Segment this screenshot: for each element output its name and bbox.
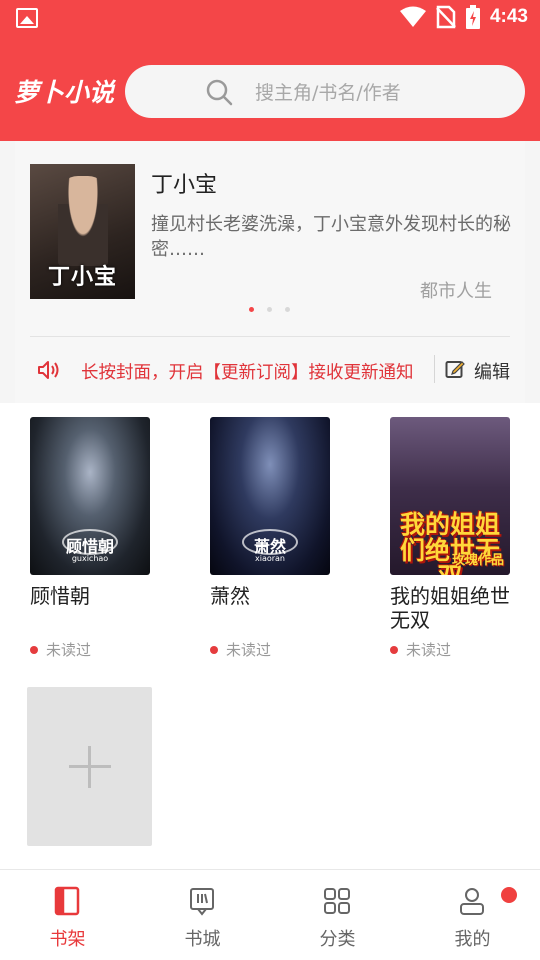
search-bar[interactable]: 搜主角/书名/作者 bbox=[125, 65, 525, 118]
cover-illustration bbox=[58, 176, 108, 266]
book-title: 我的姐姐绝世无双 bbox=[390, 584, 510, 632]
nav-category[interactable]: 分类 bbox=[270, 870, 405, 960]
wifi-icon bbox=[399, 6, 426, 27]
bottom-nav: 书架 书城 分类 我的 bbox=[0, 869, 540, 960]
divider bbox=[30, 336, 510, 337]
unread-dot bbox=[390, 645, 398, 654]
profile-icon bbox=[460, 888, 484, 915]
clock: 4:43 bbox=[489, 6, 528, 27]
nav-profile[interactable]: 我的 bbox=[405, 870, 540, 960]
add-book-button[interactable] bbox=[27, 687, 152, 846]
read-status-label: 未读过 bbox=[46, 641, 92, 659]
status-icons: 4:43 bbox=[399, 5, 528, 29]
carousel-dot bbox=[285, 307, 290, 312]
nav-bookstore[interactable]: 书城 bbox=[135, 870, 270, 960]
featured-title[interactable]: 丁小宝 bbox=[151, 167, 217, 199]
nav-label: 书架 bbox=[49, 929, 86, 950]
plus-icon-vertical bbox=[88, 746, 91, 788]
book-item[interactable]: 我的姐姐们绝世无双 玫瑰作品 我的姐姐绝世无双 未读过 bbox=[390, 417, 510, 660]
book-title: 顾惜朝 bbox=[30, 584, 90, 608]
app-logo: 萝卜小说 bbox=[14, 78, 115, 107]
speaker-icon bbox=[38, 361, 59, 379]
read-status: 未读过 bbox=[30, 639, 150, 660]
cover-author: 玫瑰作品 bbox=[451, 553, 504, 568]
update-notice: 长按封面，开启【更新订阅】接收更新通知 编辑 bbox=[0, 345, 540, 395]
nav-label: 分类 bbox=[319, 929, 356, 950]
featured-genre: 都市人生 bbox=[420, 281, 492, 302]
read-status-label: 未读过 bbox=[406, 641, 452, 659]
book-item[interactable]: 萧然 xiaoran 萧然 未读过 bbox=[210, 417, 330, 660]
carousel-indicator bbox=[249, 307, 290, 312]
gallery-icon bbox=[16, 8, 38, 28]
nav-label: 我的 bbox=[454, 929, 491, 950]
unread-dot bbox=[30, 645, 38, 654]
category-icon bbox=[324, 888, 350, 914]
book-cover[interactable]: 萧然 xiaoran bbox=[210, 417, 330, 575]
book-item[interactable]: 顾惜朝 guxichao 顾惜朝 未读过 bbox=[30, 417, 150, 660]
read-status-label: 未读过 bbox=[226, 641, 272, 659]
cover-subtitle: xiaoran bbox=[254, 554, 285, 563]
battery-charging-icon bbox=[465, 5, 480, 29]
book-cover[interactable]: 顾惜朝 guxichao bbox=[30, 417, 150, 575]
read-status: 未读过 bbox=[390, 639, 510, 660]
book-title: 萧然 bbox=[210, 584, 250, 608]
featured-description: 撞见村长老婆洗澡，丁小宝意外发现村长的秘密…… bbox=[151, 214, 511, 260]
featured-cover-title: 丁小宝 bbox=[47, 265, 117, 290]
read-status: 未读过 bbox=[210, 639, 330, 660]
divider bbox=[434, 355, 435, 383]
search-icon bbox=[206, 79, 233, 105]
book-cover[interactable]: 我的姐姐们绝世无双 玫瑰作品 bbox=[390, 417, 510, 575]
cover-subtitle: guxichao bbox=[71, 554, 109, 563]
search-placeholder: 搜主角/书名/作者 bbox=[255, 82, 401, 104]
unread-dot bbox=[210, 645, 218, 654]
bookshelf-icon bbox=[54, 886, 80, 916]
notification-badge bbox=[501, 887, 517, 903]
notice-text[interactable]: 长按封面，开启【更新订阅】接收更新通知 bbox=[81, 359, 414, 384]
carousel-dot bbox=[249, 307, 254, 312]
nav-label: 书城 bbox=[184, 929, 221, 950]
edit-icon[interactable] bbox=[445, 359, 465, 379]
carousel-dot bbox=[267, 307, 272, 312]
nav-bookshelf[interactable]: 书架 bbox=[0, 870, 135, 960]
status-bar: 4:43 bbox=[0, 0, 540, 36]
featured-cover[interactable]: 丁小宝 bbox=[30, 164, 135, 299]
edit-button[interactable]: 编辑 bbox=[474, 358, 510, 384]
bookstore-icon bbox=[190, 888, 214, 916]
app-header: 4:43 萝卜小说 搜主角/书名/作者 bbox=[0, 0, 540, 141]
no-sim-icon bbox=[436, 5, 456, 29]
